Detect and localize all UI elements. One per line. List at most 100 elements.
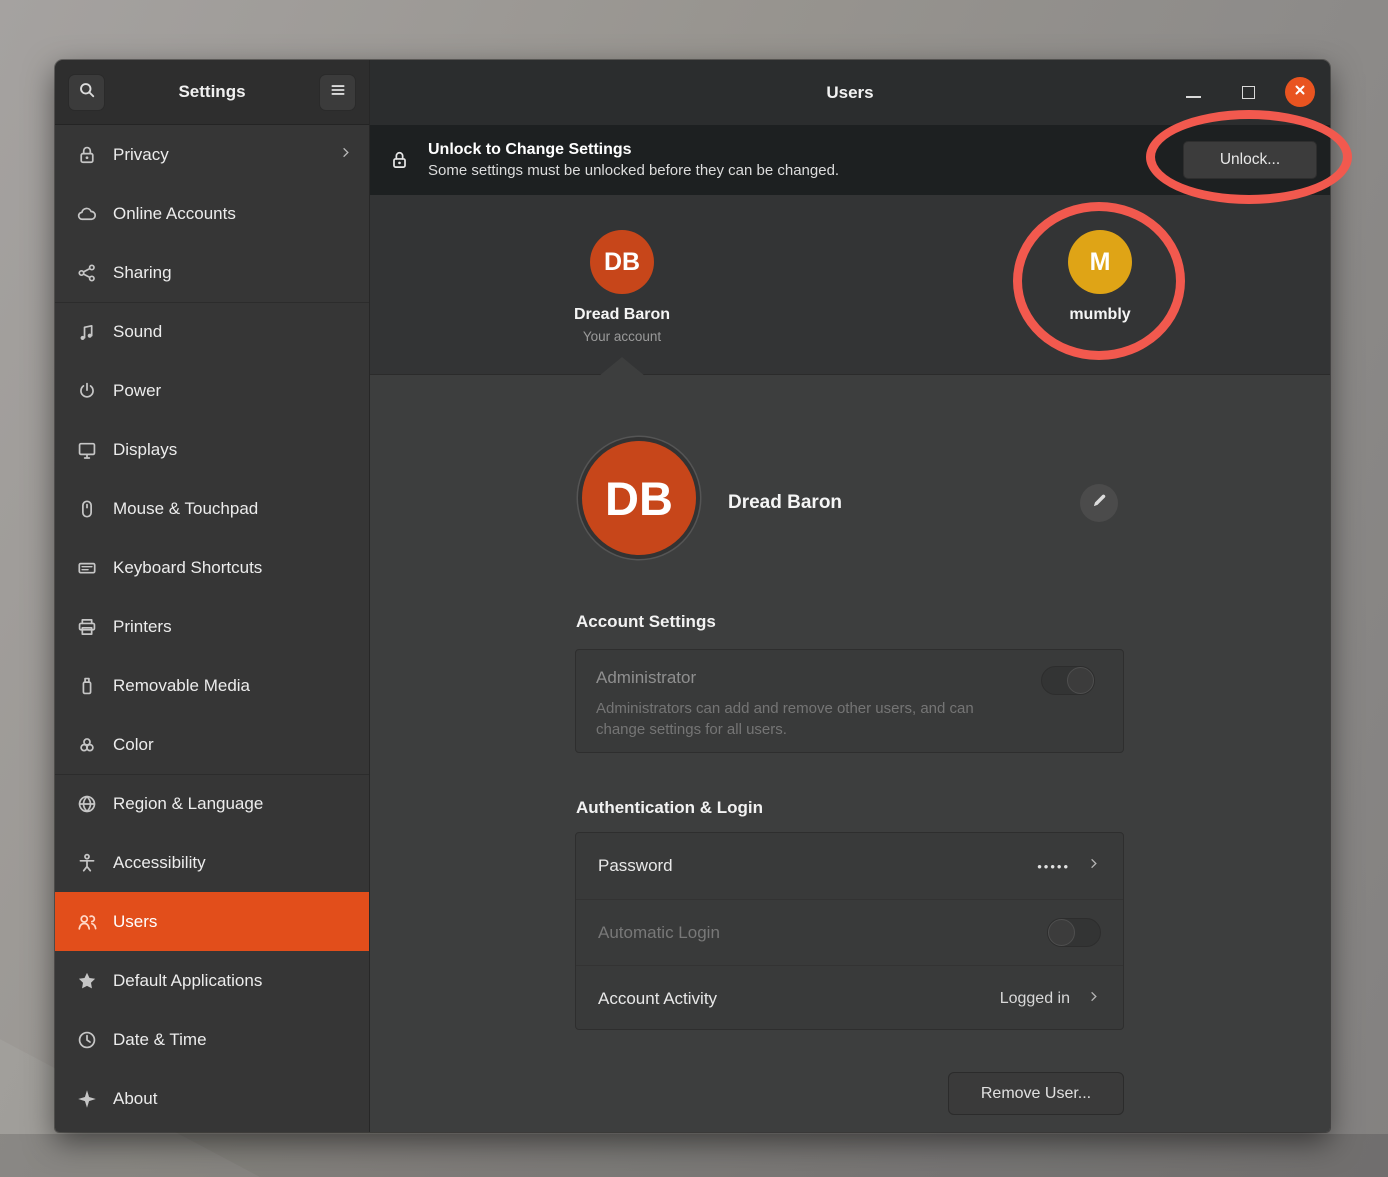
- sidebar-item-users[interactable]: Users: [55, 892, 369, 951]
- sidebar-item-label: Accessibility: [113, 853, 353, 873]
- sidebar-item-label: Mouse & Touchpad: [113, 499, 353, 519]
- password-row[interactable]: Password •••••: [576, 833, 1123, 899]
- administrator-label: Administrator: [596, 668, 1103, 688]
- administrator-box: Administrator Administrators can add and…: [575, 649, 1124, 753]
- profile-avatar[interactable]: DB: [578, 437, 700, 559]
- account-activity-row[interactable]: Account Activity Logged in: [576, 965, 1123, 1031]
- sidebar-header: Settings: [55, 60, 369, 125]
- sidebar-item-label: Users: [113, 912, 353, 932]
- authentication-box: Password ••••• Automatic Login Account A…: [575, 832, 1124, 1030]
- sidebar-item-power[interactable]: Power: [55, 361, 369, 420]
- two-users-icon: [75, 910, 99, 934]
- remove-user-button[interactable]: Remove User...: [948, 1072, 1124, 1115]
- sidebar-item-label: Displays: [113, 440, 353, 460]
- accessibility-figure-icon: [75, 851, 99, 875]
- sidebar-item-sound[interactable]: Sound: [55, 302, 369, 361]
- automatic-login-toggle: [1047, 918, 1101, 947]
- account-activity-label: Account Activity: [598, 989, 1000, 1009]
- password-dots: •••••: [1037, 859, 1070, 874]
- sidebar-item-label: Sound: [113, 322, 353, 342]
- banner-text: Unlock to Change Settings Some settings …: [428, 141, 1183, 179]
- sidebar-item-displays[interactable]: Displays: [55, 420, 369, 479]
- maximize-button[interactable]: [1242, 86, 1255, 99]
- sidebar-item-printers[interactable]: Printers: [55, 597, 369, 656]
- password-label: Password: [598, 856, 1037, 876]
- globe-icon: [75, 792, 99, 816]
- sidebar-item-keyboard-shortcuts[interactable]: Keyboard Shortcuts: [55, 538, 369, 597]
- sidebar-item-label: Online Accounts: [113, 204, 353, 224]
- search-button[interactable]: [68, 74, 105, 111]
- printer-icon: [75, 615, 99, 639]
- administrator-description: Administrators can add and remove other …: [596, 698, 1016, 741]
- account-dread-baron[interactable]: DB Dread Baron Your account: [522, 230, 722, 344]
- user-detail-panel: DB Dread Baron Account Settings Administ…: [370, 375, 1330, 1132]
- sidebar-item-date-time[interactable]: Date & Time: [55, 1010, 369, 1069]
- search-icon: [77, 80, 97, 105]
- sidebar-title: Settings: [105, 82, 319, 102]
- sidebar-item-privacy[interactable]: Privacy: [55, 125, 369, 184]
- chevron-right-icon: [338, 145, 353, 165]
- sidebar-item-label: Date & Time: [113, 1030, 353, 1050]
- toggle-knob: [1067, 667, 1094, 694]
- automatic-login-label: Automatic Login: [598, 923, 1047, 943]
- account-activity-value: Logged in: [1000, 990, 1070, 1008]
- clock-icon: [75, 1028, 99, 1052]
- sidebar-item-label: Default Applications: [113, 971, 353, 991]
- close-button[interactable]: [1285, 77, 1315, 107]
- music-notes-icon: [75, 320, 99, 344]
- titlebar: Users: [370, 60, 1330, 125]
- sidebar-item-region-language[interactable]: Region & Language: [55, 774, 369, 833]
- chevron-right-icon: [1086, 989, 1101, 1009]
- profile-name: Dread Baron: [728, 492, 842, 514]
- sidebar-item-label: Keyboard Shortcuts: [113, 558, 353, 578]
- sidebar: Settings Privacy Online Accounts Sharing: [55, 60, 370, 1132]
- padlock-icon: [389, 147, 413, 173]
- sidebar-item-label: Printers: [113, 617, 353, 637]
- minimize-button[interactable]: [1186, 96, 1201, 98]
- close-icon: [1292, 82, 1308, 103]
- banner-title: Unlock to Change Settings: [428, 141, 1183, 159]
- sidebar-item-online-accounts[interactable]: Online Accounts: [55, 184, 369, 243]
- lock-icon: [75, 143, 99, 167]
- chevron-right-icon: [1086, 856, 1101, 876]
- sidebar-item-sharing[interactable]: Sharing: [55, 243, 369, 302]
- main-panel: Users Unlock to Change Settings Some set…: [370, 60, 1330, 1132]
- sidebar-item-label: Power: [113, 381, 353, 401]
- flash-drive-icon: [75, 674, 99, 698]
- monitor-icon: [75, 438, 99, 462]
- administrator-toggle: [1041, 666, 1095, 695]
- pencil-icon: [1091, 492, 1108, 514]
- annotation-circle-unlock: [1146, 110, 1352, 204]
- menu-button[interactable]: [319, 74, 356, 111]
- edit-name-button[interactable]: [1080, 484, 1118, 522]
- section-heading-authentication: Authentication & Login: [576, 798, 763, 818]
- banner-subtitle: Some settings must be unlocked before th…: [428, 162, 1183, 179]
- accounts-strip: DB Dread Baron Your account M mumbly: [370, 195, 1330, 375]
- sidebar-item-label: Privacy: [113, 145, 338, 165]
- sidebar-item-default-applications[interactable]: Default Applications: [55, 951, 369, 1010]
- sidebar-item-color[interactable]: Color: [55, 715, 369, 774]
- sidebar-item-accessibility[interactable]: Accessibility: [55, 833, 369, 892]
- annotation-circle-mumbly: [1013, 202, 1185, 360]
- sidebar-item-about[interactable]: About: [55, 1069, 369, 1128]
- star-icon: [75, 969, 99, 993]
- toggle-knob: [1048, 919, 1075, 946]
- sidebar-item-label: Color: [113, 735, 353, 755]
- account-name: Dread Baron: [574, 306, 670, 324]
- sparkle-icon: [75, 1087, 99, 1111]
- account-subtitle: Your account: [583, 329, 661, 344]
- power-symbol-icon: [75, 379, 99, 403]
- mouse-icon: [75, 497, 99, 521]
- avatar: DB: [590, 230, 654, 294]
- hamburger-icon: [329, 81, 347, 104]
- keyboard-icon: [75, 556, 99, 580]
- share-nodes-icon: [75, 261, 99, 285]
- sidebar-item-mouse-touchpad[interactable]: Mouse & Touchpad: [55, 479, 369, 538]
- cloud-icon: [75, 202, 99, 226]
- automatic-login-row: Automatic Login: [576, 899, 1123, 965]
- desktop-bottom-strip: [0, 1134, 1388, 1177]
- sidebar-item-label: About: [113, 1089, 353, 1109]
- sidebar-item-removable-media[interactable]: Removable Media: [55, 656, 369, 715]
- page-title: Users: [370, 60, 1330, 125]
- color-circles-icon: [75, 733, 99, 757]
